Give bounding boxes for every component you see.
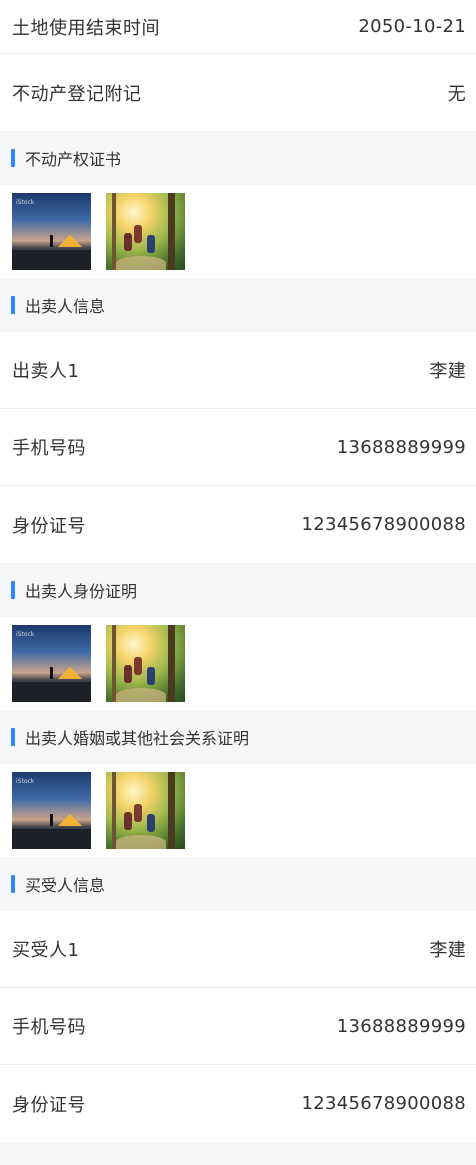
seller-phone-row: 手机号码 13688889999	[0, 409, 476, 486]
seller-id-proof-header: 出卖人身份证明	[0, 563, 476, 617]
property-cert-header: 不动产权证书	[0, 131, 476, 185]
seller-marriage-proof-image-1[interactable]: iStock	[12, 772, 91, 849]
image-tent	[58, 667, 82, 679]
seller-marriage-proof-image-2[interactable]	[106, 772, 185, 849]
image-watermark: iStock	[16, 778, 35, 785]
seller-id-label: 身份证号	[12, 515, 86, 537]
seller-phone-value: 13688889999	[336, 436, 466, 458]
image-hiker	[147, 235, 155, 253]
register-note-value: 无	[447, 83, 466, 105]
buyer-id-label: 身份证号	[12, 1094, 86, 1116]
buyer-phone-value: 13688889999	[336, 1015, 466, 1037]
buyer-info-header: 买受人信息	[0, 857, 476, 911]
image-hiker	[147, 814, 155, 832]
land-end-time-value: 2050-10-21	[358, 16, 466, 37]
image-tree	[168, 772, 175, 849]
image-tree	[168, 625, 175, 702]
image-tree	[168, 193, 175, 270]
buyer-phone-label: 手机号码	[12, 1017, 86, 1038]
seller-marriage-proof-header: 出卖人婚姻或其他社会关系证明	[0, 710, 476, 764]
property-cert-image-2[interactable]	[106, 193, 185, 270]
land-end-time-label: 土地使用结束时间	[12, 17, 160, 39]
seller-info-title: 出卖人信息	[25, 297, 106, 316]
image-ground	[12, 829, 91, 849]
bottom-spacer	[0, 1142, 476, 1165]
detail-page: 土地使用结束时间 2050-10-21 不动产登记附记 无 不动产权证书 iSt…	[0, 0, 476, 1165]
section-accent-bar	[11, 149, 15, 167]
image-ground	[12, 682, 91, 702]
image-hiker	[124, 665, 132, 683]
seller-marriage-proof-title: 出卖人婚姻或其他社会关系证明	[25, 729, 250, 748]
image-hiker	[124, 233, 132, 251]
seller-name-row: 出卖人1 李建	[0, 332, 476, 409]
image-hiker	[147, 667, 155, 685]
image-person	[50, 667, 53, 679]
buyer-id-row: 身份证号 12345678900088	[0, 1065, 476, 1142]
seller-id-proof-images: iStock	[0, 617, 476, 710]
image-watermark: iStock	[16, 199, 35, 206]
seller-id-proof-image-2[interactable]	[106, 625, 185, 702]
image-hiker	[134, 804, 142, 822]
seller-name-value: 李建	[429, 361, 466, 382]
buyer-name-value: 李建	[429, 940, 466, 961]
buyer-name-row: 买受人1 李建	[0, 911, 476, 988]
image-person	[50, 814, 53, 826]
image-hiker	[134, 657, 142, 675]
image-ground	[12, 250, 91, 270]
property-cert-title: 不动产权证书	[25, 150, 122, 169]
image-path	[116, 835, 166, 849]
property-cert-images: iStock	[0, 185, 476, 278]
buyer-id-value: 12345678900088	[301, 1093, 466, 1114]
property-cert-image-1[interactable]: iStock	[12, 193, 91, 270]
register-note-label: 不动产登记附记	[12, 83, 142, 105]
image-tent	[58, 235, 82, 247]
image-hiker	[124, 812, 132, 830]
buyer-info-title: 买受人信息	[25, 876, 106, 895]
image-watermark: iStock	[16, 631, 35, 638]
section-accent-bar	[11, 875, 15, 893]
image-person	[50, 235, 53, 247]
buyer-phone-row: 手机号码 13688889999	[0, 988, 476, 1065]
register-note-row: 不动产登记附记 无	[0, 54, 476, 131]
seller-id-proof-title: 出卖人身份证明	[25, 582, 138, 601]
section-accent-bar	[11, 296, 15, 314]
image-tree	[112, 772, 116, 849]
seller-id-value: 12345678900088	[301, 514, 466, 535]
land-end-time-row: 土地使用结束时间 2050-10-21	[0, 0, 476, 54]
seller-name-label: 出卖人1	[12, 361, 80, 382]
seller-id-proof-image-1[interactable]: iStock	[12, 625, 91, 702]
buyer-name-label: 买受人1	[12, 940, 80, 961]
image-tent	[58, 814, 82, 826]
image-tree	[112, 193, 116, 270]
seller-id-row: 身份证号 12345678900088	[0, 486, 476, 563]
image-path	[116, 256, 166, 270]
image-hiker	[134, 225, 142, 243]
section-accent-bar	[11, 581, 15, 599]
seller-marriage-proof-images: iStock	[0, 764, 476, 857]
image-tree	[112, 625, 116, 702]
seller-phone-label: 手机号码	[12, 438, 86, 459]
image-path	[116, 688, 166, 702]
section-accent-bar	[11, 728, 15, 746]
seller-info-header: 出卖人信息	[0, 278, 476, 332]
